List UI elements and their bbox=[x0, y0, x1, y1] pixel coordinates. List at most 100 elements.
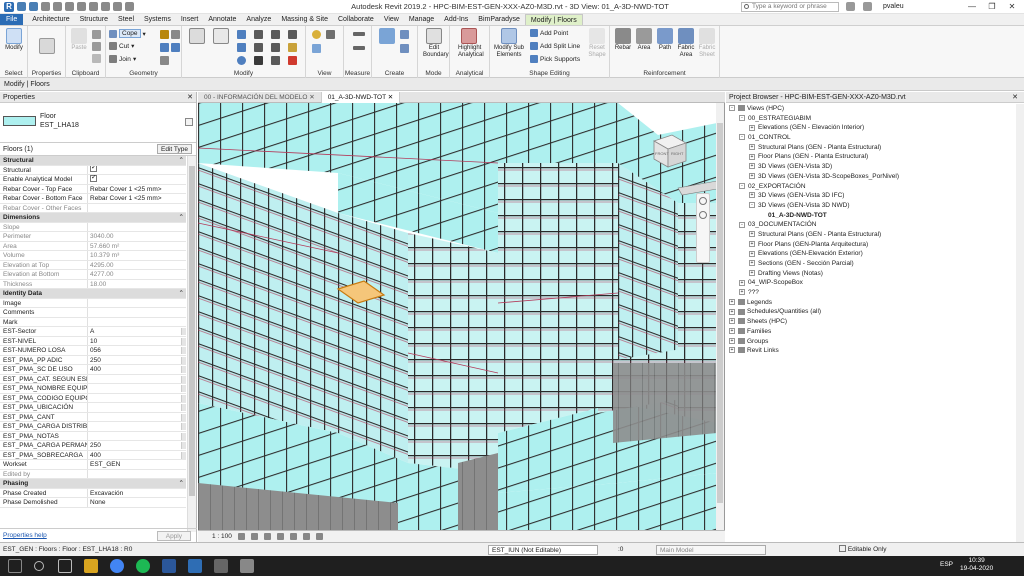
collapse-icon[interactable]: ⌃ bbox=[34, 156, 186, 165]
expand-icon[interactable]: + bbox=[739, 289, 745, 296]
property-value[interactable]: 18.00 bbox=[88, 280, 186, 289]
property-value[interactable] bbox=[88, 375, 186, 384]
open-icon[interactable] bbox=[17, 2, 26, 11]
collapse-icon[interactable]: - bbox=[739, 182, 745, 189]
property-section[interactable]: Identity Data ⌃ bbox=[0, 289, 186, 299]
array-icon[interactable] bbox=[271, 43, 280, 52]
expand-icon[interactable]: + bbox=[749, 240, 755, 247]
search-input[interactable]: Type a keyword or phrase bbox=[741, 2, 839, 12]
tree-item[interactable]: +??? bbox=[726, 288, 1016, 298]
type-selector[interactable]: Floor EST_LHA18 bbox=[0, 103, 196, 143]
expand-icon[interactable]: + bbox=[749, 144, 755, 151]
property-value[interactable] bbox=[88, 299, 186, 308]
property-value[interactable]: Rebar Cover 1 <25 mm> bbox=[88, 194, 186, 203]
add-split-line-button[interactable]: Add Split Line bbox=[530, 42, 580, 50]
temp-hide-icon[interactable] bbox=[302, 532, 310, 540]
app-icon[interactable] bbox=[214, 559, 228, 573]
tree-item[interactable]: +3D Views (GEN-Vista 3D-ScopeBoxes_PorNi… bbox=[726, 172, 1016, 182]
property-value[interactable] bbox=[88, 384, 186, 393]
paste-button[interactable]: Paste bbox=[68, 28, 90, 52]
path-button[interactable]: Path bbox=[654, 28, 676, 52]
trim-icon[interactable] bbox=[254, 56, 263, 65]
binoculars-icon[interactable] bbox=[846, 2, 855, 11]
tree-item[interactable]: + Elevations (GEN - Elevación Interior) bbox=[726, 123, 1016, 133]
value-edit-icon[interactable] bbox=[181, 385, 186, 392]
rebar-button[interactable]: Rebar bbox=[612, 28, 634, 52]
properties-help-link[interactable]: Properties help bbox=[3, 532, 47, 539]
visual-style-icon[interactable] bbox=[250, 532, 258, 540]
property-value[interactable] bbox=[88, 308, 186, 317]
task-view-icon[interactable] bbox=[58, 559, 72, 573]
expand-icon[interactable]: + bbox=[739, 279, 745, 286]
property-value[interactable]: 3040.00 bbox=[88, 232, 186, 241]
3d-view-icon[interactable] bbox=[113, 2, 122, 11]
detail-level-icon[interactable] bbox=[237, 532, 245, 540]
revit-icon[interactable] bbox=[188, 559, 202, 573]
modify-sub-elements-button[interactable]: Modify Sub Elements bbox=[494, 28, 524, 59]
zoom-icon[interactable] bbox=[699, 211, 707, 219]
cut-icon[interactable] bbox=[92, 30, 101, 39]
join-button[interactable]: Join ▾ bbox=[109, 55, 136, 63]
chrome-icon[interactable] bbox=[110, 559, 124, 573]
property-value[interactable]: 4295.00 bbox=[88, 261, 186, 270]
tree-item[interactable]: + Floor Plans (GEN - Planta Estructural) bbox=[726, 152, 1016, 162]
view-tab[interactable]: 00 - INFORMACIÓN DEL MODELO ✕ bbox=[198, 92, 322, 103]
fabric-sheet-button[interactable]: Fabric Sheet bbox=[696, 28, 718, 59]
property-value[interactable] bbox=[88, 175, 186, 184]
close-icon[interactable]: ✕ bbox=[187, 92, 193, 103]
start-icon[interactable] bbox=[8, 559, 22, 573]
crop-icon[interactable] bbox=[289, 532, 297, 540]
section-icon[interactable] bbox=[125, 2, 134, 11]
rotate-icon[interactable] bbox=[237, 56, 246, 65]
property-value[interactable] bbox=[88, 223, 186, 232]
expand-icon[interactable]: + bbox=[729, 318, 735, 325]
ribbon-tab[interactable]: Add-Ins bbox=[439, 14, 473, 25]
value-edit-icon[interactable] bbox=[181, 366, 186, 373]
spotify-icon[interactable] bbox=[136, 559, 150, 573]
ribbon-tab[interactable]: Massing & Site bbox=[276, 14, 333, 25]
split-icon[interactable] bbox=[271, 30, 280, 39]
scale-icon[interactable] bbox=[271, 56, 280, 65]
tree-item[interactable]: 01_A-3D-NWD-TOT bbox=[726, 211, 1016, 221]
value-edit-icon[interactable] bbox=[181, 337, 186, 345]
ribbon-tab[interactable]: BimParadyse bbox=[473, 14, 525, 25]
value-edit-icon[interactable] bbox=[181, 423, 186, 430]
collapse-icon[interactable]: ⌃ bbox=[42, 289, 186, 298]
close-icon[interactable]: ✕ bbox=[307, 94, 314, 101]
steering-wheel-icon[interactable] bbox=[699, 197, 707, 205]
expand-icon[interactable]: + bbox=[749, 192, 755, 199]
property-section[interactable]: Structural ⌃ bbox=[0, 156, 186, 166]
viewcube-right[interactable]: RIGHT bbox=[671, 151, 683, 156]
pin-icon[interactable] bbox=[288, 30, 297, 39]
viewcube[interactable]: FRONT RIGHT bbox=[646, 131, 690, 173]
highlight-analytical-button[interactable]: Highlight Analytical bbox=[458, 28, 484, 59]
property-value[interactable]: 4277.00 bbox=[88, 270, 186, 279]
expand-icon[interactable]: + bbox=[729, 337, 735, 344]
tree-item[interactable]: -00_ESTRATEGIABIM bbox=[726, 114, 1016, 124]
area-button[interactable]: Area bbox=[633, 28, 655, 52]
tree-item[interactable]: + Groups bbox=[726, 337, 1016, 347]
property-value[interactable]: 57.660 m² bbox=[88, 242, 186, 251]
ribbon-tab[interactable]: Architecture bbox=[27, 14, 74, 25]
value-edit-icon[interactable] bbox=[181, 432, 186, 440]
paint-icon[interactable] bbox=[160, 56, 169, 65]
ribbon-tab[interactable]: File bbox=[0, 14, 24, 25]
tree-item[interactable]: -01_CONTROL bbox=[726, 133, 1016, 143]
tree-item[interactable]: +3D Views (GEN-Vista 3D IFC) bbox=[726, 191, 1016, 201]
expand-icon[interactable]: + bbox=[729, 308, 735, 315]
close-icon[interactable]: ✕ bbox=[1012, 92, 1018, 103]
ribbon-tab[interactable]: Modify | Floors bbox=[524, 14, 583, 25]
offset-button[interactable] bbox=[210, 28, 232, 45]
instance-count[interactable]: Floors (1) bbox=[3, 146, 33, 153]
expand-icon[interactable]: + bbox=[749, 269, 755, 276]
pick-supports-button[interactable]: Pick Supports bbox=[530, 55, 580, 63]
value-edit-icon[interactable] bbox=[181, 442, 186, 449]
expand-icon[interactable]: + bbox=[749, 231, 755, 238]
expand-icon[interactable]: + bbox=[729, 347, 735, 354]
tree-item[interactable]: + Families bbox=[726, 327, 1016, 337]
copy-icon[interactable] bbox=[92, 42, 101, 51]
hide-icon[interactable] bbox=[312, 30, 321, 39]
ribbon-tab[interactable]: Structure bbox=[75, 14, 113, 25]
cope-button[interactable]: Cope ▾ bbox=[109, 29, 146, 38]
language-indicator[interactable]: ESP bbox=[940, 561, 953, 568]
